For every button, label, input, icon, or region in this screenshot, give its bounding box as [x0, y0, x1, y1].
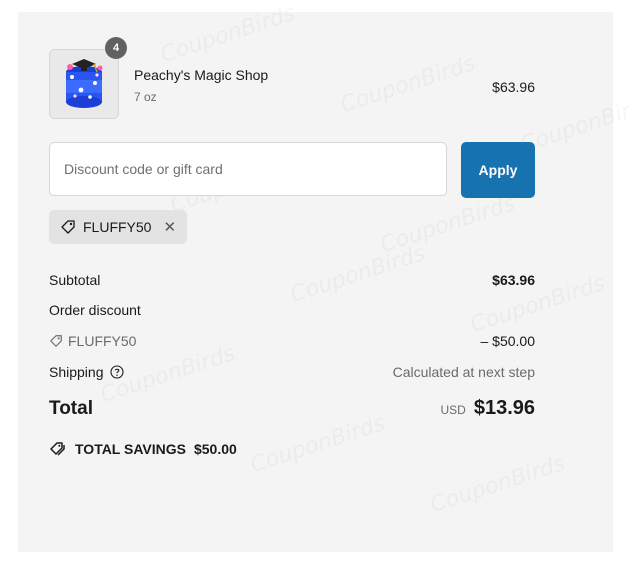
- tag-icon: [49, 334, 63, 348]
- shipping-label: Shipping: [49, 364, 104, 380]
- discount-code-label: FLUFFY50: [68, 333, 137, 349]
- help-icon[interactable]: [109, 365, 124, 379]
- cart-line-item: 4 Peachy's Magic Shop 7 oz $63.96: [49, 37, 535, 121]
- order-summary-panel: CouponBirds CouponBirds CouponBirds Coup…: [18, 12, 613, 552]
- product-variant: 7 oz: [134, 90, 157, 104]
- total-value: $13.96: [473, 397, 535, 419]
- watermark: CouponBirds: [248, 411, 389, 478]
- shipping-line: Shipping: [49, 364, 124, 380]
- total-label: Total: [49, 398, 93, 419]
- discount-code-line: FLUFFY50: [49, 333, 136, 349]
- subtotal-value: $63.96: [492, 272, 535, 288]
- watermark: CouponBirds: [428, 451, 569, 518]
- currency-code: USD: [440, 403, 466, 417]
- shipping-value: Calculated at next step: [392, 364, 535, 380]
- product-price: $63.96: [492, 79, 535, 95]
- quantity-badge: 4: [105, 37, 127, 59]
- discount-code-input[interactable]: [49, 142, 447, 196]
- apply-button[interactable]: Apply: [461, 142, 535, 198]
- total-amount: USD $13.96: [440, 397, 535, 420]
- order-discount-label: Order discount: [49, 302, 141, 318]
- savings-value: $50.00: [193, 441, 237, 457]
- product-thumbnail: 4: [49, 37, 127, 119]
- watermark: CouponBirds: [378, 191, 519, 258]
- tag-icon: [60, 219, 76, 235]
- slime-jar-icon: [50, 50, 118, 118]
- subtotal-label: Subtotal: [49, 272, 101, 288]
- remove-discount-icon[interactable]: ✕: [163, 218, 176, 236]
- savings-label: TOTAL SAVINGS: [75, 441, 186, 457]
- order-discount-row: Order discount: [49, 302, 535, 324]
- subtotal-row: Subtotal $63.96: [49, 272, 535, 294]
- product-name: Peachy's Magic Shop: [134, 67, 269, 83]
- applied-discount-chip: FLUFFY50 ✕: [49, 210, 188, 244]
- tags-icon: [49, 441, 67, 457]
- discount-value: – $50.00: [480, 333, 536, 349]
- shipping-row: Shipping Calculated at next step: [49, 364, 535, 386]
- applied-discount-code: FLUFFY50: [83, 219, 152, 235]
- total-savings: TOTAL SAVINGS $50.00: [49, 441, 237, 457]
- discount-code-row: FLUFFY50 – $50.00: [49, 333, 535, 355]
